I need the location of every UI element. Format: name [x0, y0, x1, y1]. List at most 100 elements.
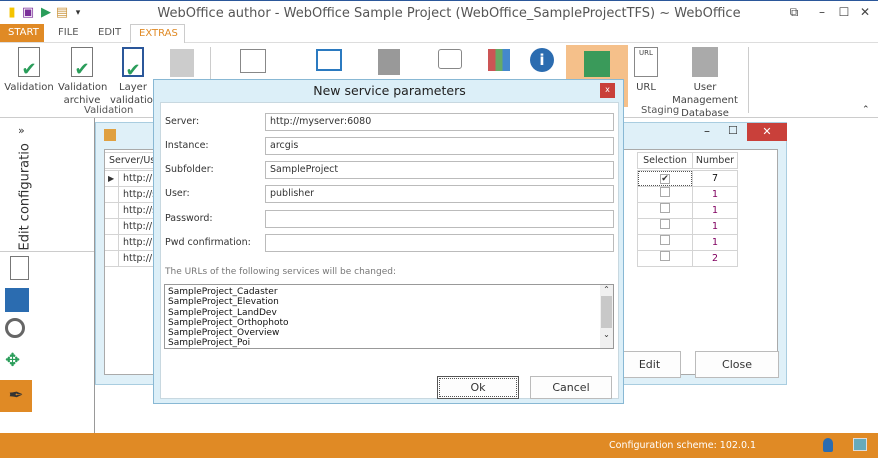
scroll-up-icon[interactable]: ⌃ [600, 285, 613, 294]
scrollbar[interactable]: ⌃ ⌄ [600, 285, 613, 348]
list-item[interactable]: SampleProject_Cadaster [168, 287, 610, 297]
move-edit-icon[interactable]: ✥ [5, 350, 20, 371]
tab-file[interactable]: FILE [50, 24, 87, 42]
number-cell: 7 [692, 170, 738, 187]
close-window-button[interactable]: Close [695, 351, 779, 378]
map-database-icon [584, 51, 610, 77]
edit-button[interactable]: Edit [618, 351, 681, 378]
selection-cell[interactable]: ✔ [637, 170, 693, 187]
validation-button[interactable]: ✔ Validation [4, 47, 54, 94]
left-pane: » Edit configuratio ✥ ✒ [0, 118, 95, 433]
minimize-button[interactable]: – [812, 5, 832, 21]
cancel-button[interactable]: Cancel [530, 376, 612, 399]
list-item[interactable]: SampleProject_Poi [168, 338, 610, 348]
row-indicator[interactable] [105, 234, 119, 251]
list-item[interactable]: SampleProject_Overview [168, 328, 610, 338]
services-caption: The URLs of the following services will … [165, 267, 396, 277]
dialog-title: New service parameters [313, 83, 466, 98]
comment-icon[interactable] [438, 49, 462, 69]
list-item[interactable]: SampleProject_Orthophoto [168, 318, 610, 328]
dialog-body: Server: http://myserver:6080 Instance: ar… [160, 102, 619, 399]
maximize-button[interactable]: ☐ [728, 124, 738, 137]
instance-label: Instance: [165, 140, 209, 151]
selection-cell[interactable] [637, 234, 693, 251]
new-icon[interactable] [10, 256, 29, 280]
scroll-thumb[interactable] [601, 296, 612, 328]
row-indicator[interactable] [105, 218, 119, 235]
close-button[interactable]: ✕ [747, 123, 787, 141]
color-grid-icon[interactable] [488, 49, 510, 71]
services-list[interactable]: SampleProject_Cadaster SampleProject_Elev… [164, 284, 614, 349]
folders-icon [692, 47, 718, 77]
subfolder-input[interactable]: SampleProject [265, 161, 614, 179]
selection-cell[interactable] [637, 250, 693, 267]
selection-checkbox[interactable] [660, 235, 670, 245]
info-icon[interactable]: i [530, 48, 554, 72]
url-icon: URL [634, 47, 658, 77]
layer-validation-button[interactable]: ✔ Layer validation [110, 47, 159, 107]
row-indicator[interactable] [105, 186, 119, 203]
column-header-selection[interactable]: Selection [637, 152, 693, 169]
search-icon[interactable] [5, 318, 25, 338]
validation-archive-button[interactable]: ✔ Validation archive [58, 47, 107, 107]
tab-edit[interactable]: EDIT [90, 24, 129, 42]
tab-extras[interactable]: EXTRAS [130, 24, 185, 43]
maximize-button[interactable]: ☐ [834, 5, 854, 21]
collapse-ribbon-icon[interactable]: ⌃ [862, 105, 870, 115]
server-input[interactable]: http://myserver:6080 [265, 113, 614, 131]
selection-checkbox[interactable] [660, 203, 670, 213]
monitor-check-icon[interactable] [853, 438, 867, 451]
selection-cell[interactable] [637, 202, 693, 219]
pwd-confirmation-label: Pwd confirmation: [165, 237, 251, 248]
url-button[interactable]: URL URL [632, 47, 660, 94]
selection-checkbox[interactable]: ✔ [660, 174, 670, 184]
title-bar: ▮ ▣ ▶ ▤ ▾ WebOffice author - WebOffice S… [0, 0, 878, 24]
row-indicator[interactable] [105, 202, 119, 219]
password-input[interactable] [265, 210, 614, 228]
list-item[interactable]: SampleProject_Elevation [168, 297, 610, 307]
selection-checkbox[interactable] [660, 251, 670, 261]
dialog-close-button[interactable]: x [600, 83, 615, 98]
expand-icon[interactable]: » [18, 124, 25, 137]
tab-start[interactable]: START [0, 24, 44, 42]
column-header-number[interactable]: Number [692, 152, 738, 169]
validation-group-label: Validation [84, 105, 134, 116]
pen-icon[interactable]: ✒ [0, 380, 32, 412]
validation-icon: ✔ [18, 47, 40, 80]
selection-cell[interactable] [637, 186, 693, 203]
instance-input[interactable]: arcgis [265, 137, 614, 155]
number-cell: 1 [692, 186, 738, 203]
status-bar: Configuration scheme: 102.0.1 [0, 433, 878, 458]
selection-checkbox[interactable] [660, 187, 670, 197]
notebook-icon[interactable] [5, 288, 29, 312]
separator [748, 47, 749, 113]
user-input[interactable]: publisher [265, 185, 614, 203]
minimize-button[interactable]: – [704, 124, 710, 138]
row-indicator[interactable] [105, 250, 119, 267]
list-item[interactable]: SampleProject_LandDev [168, 308, 610, 318]
clipboard-check-icon[interactable] [170, 49, 194, 77]
window-title: WebOffice author - WebOffice Sample Proj… [157, 6, 741, 21]
restore-icon[interactable]: ⧉ [784, 5, 804, 21]
new-service-parameters-dialog: New service parameters x Server: http://… [153, 79, 624, 404]
ok-button[interactable]: Ok [437, 376, 519, 399]
hierarchy-icon[interactable] [240, 49, 266, 73]
number-cell: 1 [692, 218, 738, 235]
configuration-scheme: Configuration scheme: 102.0.1 [609, 440, 757, 451]
selection-cell[interactable] [637, 218, 693, 235]
user-label: User: [165, 188, 190, 199]
number-cell: 1 [692, 202, 738, 219]
monitor-icon[interactable] [316, 49, 342, 71]
close-button[interactable]: ✕ [855, 5, 875, 21]
row-indicator[interactable]: ▶ [105, 170, 119, 187]
number-cell: 2 [692, 250, 738, 267]
scroll-down-icon[interactable]: ⌄ [600, 330, 613, 339]
selection-checkbox[interactable] [660, 219, 670, 229]
pwd-confirmation-input[interactable] [265, 234, 614, 252]
staging-group-label: Staging [641, 105, 680, 116]
subfolder-label: Subfolder: [165, 164, 214, 175]
window-icon [104, 129, 116, 141]
layer-validation-icon: ✔ [122, 47, 144, 81]
user-icon[interactable] [823, 438, 833, 452]
book-icon[interactable] [378, 49, 400, 75]
